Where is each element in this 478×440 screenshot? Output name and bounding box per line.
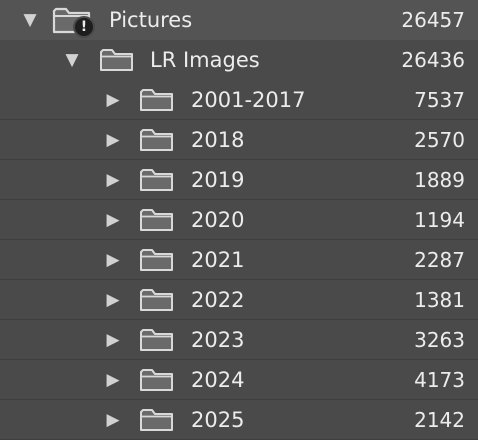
folder-label: 2019 — [191, 168, 245, 192]
tree-row-lr-images[interactable]: ▼ LR Images 26436 — [0, 40, 478, 80]
photo-count: 4173 — [414, 368, 465, 392]
tree-row-year[interactable]: ▶ 2024 4173 — [0, 360, 478, 400]
collapse-triangle-icon[interactable]: ▶ — [104, 240, 122, 280]
photo-count: 2570 — [414, 128, 465, 152]
folder-label: 2018 — [191, 128, 245, 152]
missing-folder-badge: ! — [73, 16, 95, 38]
tree-row-year[interactable]: ▶ 2022 1381 — [0, 280, 478, 320]
folder-icon — [139, 280, 175, 320]
folder-icon — [139, 160, 175, 200]
folder-label: 2021 — [191, 248, 245, 272]
expand-triangle-icon[interactable]: ▼ — [21, 0, 39, 40]
collapse-triangle-icon[interactable]: ▶ — [104, 200, 122, 240]
folder-label: LR Images — [150, 48, 260, 72]
tree-row-year[interactable]: ▶ 2001-2017 7537 — [0, 80, 478, 120]
folder-label: Pictures — [109, 8, 193, 32]
folder-label: 2022 — [191, 288, 245, 312]
photo-count: 1889 — [414, 168, 465, 192]
collapse-triangle-icon[interactable]: ▶ — [104, 280, 122, 320]
tree-row-year[interactable]: ▶ 2020 1194 — [0, 200, 478, 240]
tree-row-pictures[interactable]: ▼ ! Pictures 26457 — [0, 0, 478, 40]
folder-icon — [139, 400, 175, 440]
folder-icon — [139, 200, 175, 240]
tree-row-year[interactable]: ▶ 2021 2287 — [0, 240, 478, 280]
folder-label: 2024 — [191, 368, 245, 392]
collapse-triangle-icon[interactable]: ▶ — [104, 120, 122, 160]
photo-count: 2287 — [414, 248, 465, 272]
photo-count: 26436 — [401, 48, 465, 72]
photo-count: 7537 — [414, 88, 465, 112]
folder-label: 2020 — [191, 208, 245, 232]
photo-count: 26457 — [401, 8, 465, 32]
folder-label: 2025 — [191, 408, 245, 432]
collapse-triangle-icon[interactable]: ▶ — [104, 160, 122, 200]
tree-row-year[interactable]: ▶ 2025 2142 — [0, 400, 478, 440]
folder-icon — [99, 40, 135, 80]
photo-count: 2142 — [414, 408, 465, 432]
folder-icon — [139, 80, 175, 120]
folder-label: 2023 — [191, 328, 245, 352]
folder-icon — [139, 360, 175, 400]
tree-row-year[interactable]: ▶ 2018 2570 — [0, 120, 478, 160]
folder-icon — [139, 320, 175, 360]
photo-count: 3263 — [414, 328, 465, 352]
collapse-triangle-icon[interactable]: ▶ — [104, 80, 122, 120]
folder-label: 2001-2017 — [191, 88, 306, 112]
tree-row-year[interactable]: ▶ 2019 1889 — [0, 160, 478, 200]
folder-icon — [139, 120, 175, 160]
tree-row-year[interactable]: ▶ 2023 3263 — [0, 320, 478, 360]
collapse-triangle-icon[interactable]: ▶ — [104, 360, 122, 400]
collapse-triangle-icon[interactable]: ▶ — [104, 320, 122, 360]
photo-count: 1381 — [414, 288, 465, 312]
folder-icon — [139, 240, 175, 280]
collapse-triangle-icon[interactable]: ▶ — [104, 400, 122, 440]
expand-triangle-icon[interactable]: ▼ — [63, 40, 81, 80]
photo-count: 1194 — [414, 208, 465, 232]
